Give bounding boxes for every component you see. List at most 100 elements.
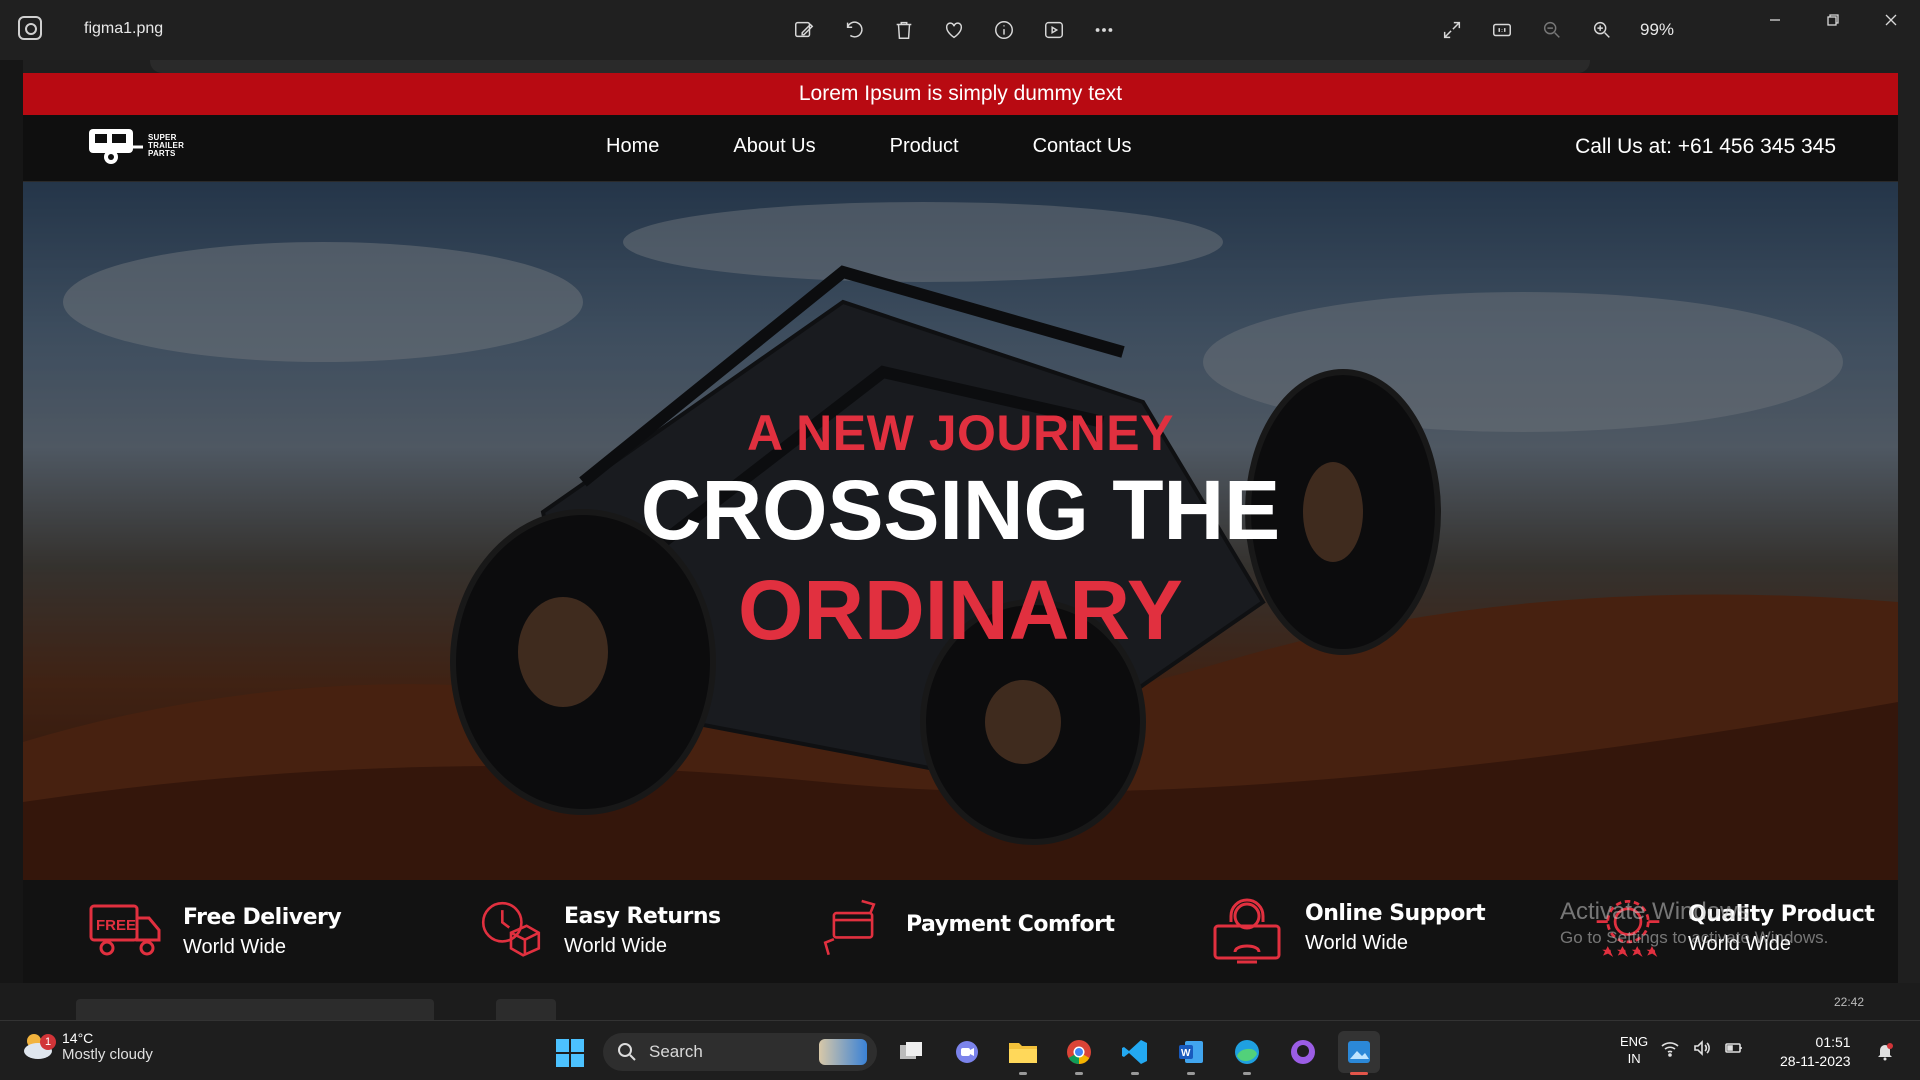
- region-code: IN: [1627, 1051, 1641, 1066]
- search-icon: [618, 1043, 636, 1061]
- svg-text:W: W: [1181, 1048, 1191, 1059]
- activate-windows-watermark: Activate Windows Go to Settings to activ…: [1560, 898, 1828, 948]
- photos-app-taskbar-icon[interactable]: [1338, 1031, 1380, 1075]
- feature-subtitle: World Wide: [183, 936, 286, 958]
- nav-contact-us[interactable]: Contact Us: [1033, 135, 1132, 158]
- website-mockup: Lorem Ipsum is simply dummy text SUPER T…: [23, 73, 1898, 983]
- nav-links: Home About Us Product Contact Us: [606, 135, 1206, 158]
- easy-returns-box-icon: [481, 901, 541, 957]
- actual-size-icon[interactable]: [1488, 14, 1516, 46]
- payment-card-icon: [823, 899, 876, 956]
- feature-title: Free Delivery: [183, 905, 342, 930]
- zoom-out-icon[interactable]: [1538, 14, 1566, 46]
- background-window-peek: 22:42: [0, 983, 1920, 1020]
- svg-text:FREE: FREE: [96, 917, 136, 934]
- start-button[interactable]: [555, 1038, 585, 1073]
- language-indicator[interactable]: ENG IN: [1620, 1033, 1648, 1067]
- taskbar: 1 14°C Mostly cloudy Search W ENG IN 01:…: [0, 1020, 1920, 1080]
- nav-home[interactable]: Home: [606, 135, 659, 158]
- language-code: ENG: [1620, 1034, 1649, 1049]
- hero-kicker: A NEW JOURNEY: [747, 405, 1174, 461]
- trailer-logo-icon: [89, 129, 143, 164]
- feature-payment-comfort: Payment Comfort: [820, 894, 1115, 960]
- file-explorer-icon[interactable]: [1002, 1031, 1044, 1075]
- file-name: figma1.png: [84, 20, 164, 37]
- clock-time: 01:51: [1815, 1034, 1851, 1050]
- more-icon[interactable]: [1090, 14, 1118, 46]
- nav-about-us[interactable]: About Us: [733, 135, 815, 158]
- favorite-icon[interactable]: [940, 14, 968, 46]
- zoom-level[interactable]: 99%: [1640, 20, 1674, 40]
- wifi-icon[interactable]: [1660, 1038, 1680, 1063]
- battery-icon[interactable]: [1724, 1038, 1744, 1063]
- slideshow-icon[interactable]: [1040, 14, 1068, 46]
- features-bar: FREE Free Delivery World Wide Easy Retur…: [23, 880, 1898, 983]
- minimize-button[interactable]: [1746, 0, 1804, 40]
- watermark-title: Activate Windows: [1560, 898, 1750, 925]
- weather-widget[interactable]: 1 14°C Mostly cloudy: [20, 1029, 153, 1063]
- zoom-in-icon[interactable]: [1588, 14, 1616, 46]
- promo-bar: Lorem Ipsum is simply dummy text: [23, 73, 1898, 115]
- feature-title: Easy Returns: [564, 904, 721, 929]
- rotate-icon[interactable]: [840, 14, 868, 46]
- volume-icon[interactable]: [1692, 1038, 1712, 1063]
- weather-badge: 1: [40, 1034, 56, 1050]
- window-controls: [1746, 0, 1920, 40]
- taskbar-search[interactable]: Search: [603, 1033, 877, 1071]
- delete-icon[interactable]: [890, 14, 918, 46]
- fullscreen-icon[interactable]: [1438, 14, 1466, 46]
- windows-logo-icon: [556, 1039, 584, 1067]
- hero-headline: CROSSING THE: [640, 463, 1281, 557]
- clock-date: 28-11-2023: [1780, 1053, 1851, 1069]
- image-canvas: Lorem Ipsum is simply dummy text SUPER T…: [0, 60, 1920, 1020]
- search-label: Search: [649, 1042, 703, 1061]
- call-us-phone[interactable]: Call Us at: +61 456 345 345: [1575, 135, 1836, 159]
- logo-wordmark: SUPER TRAILER PARTS: [148, 134, 184, 158]
- canvas-edge: [0, 60, 23, 1020]
- vscode-icon[interactable]: [1114, 1031, 1156, 1075]
- background-thumbnail: [76, 999, 434, 1020]
- chrome-icon[interactable]: [1058, 1031, 1100, 1075]
- weather-desc: Mostly cloudy: [62, 1045, 153, 1063]
- nav-product[interactable]: Product: [890, 135, 959, 158]
- restore-button[interactable]: [1804, 0, 1862, 40]
- search-highlight-image: [819, 1039, 867, 1065]
- task-view-icon[interactable]: [890, 1031, 932, 1073]
- word-icon[interactable]: W: [1170, 1031, 1212, 1075]
- viewer-title-bar: figma1.png 99%: [0, 0, 1920, 60]
- teams-chat-icon[interactable]: [946, 1031, 988, 1073]
- github-desktop-icon[interactable]: [1282, 1031, 1324, 1073]
- taskbar-apps: W: [890, 1031, 1380, 1075]
- background-time: 22:42: [1833, 995, 1864, 1009]
- cloudy-weather-icon: 1: [20, 1029, 56, 1063]
- feature-free-delivery: FREE Free Delivery World Wide: [87, 894, 342, 970]
- site-logo[interactable]: SUPER TRAILER PARTS: [85, 125, 184, 167]
- site-navbar: SUPER TRAILER PARTS Home About Us Produc…: [23, 115, 1898, 182]
- close-button[interactable]: [1862, 0, 1920, 40]
- hero-headline-accent: ORDINARY: [738, 563, 1183, 657]
- photos-app-icon: [18, 16, 42, 40]
- weather-temp: 14°C: [62, 1029, 94, 1046]
- feature-subtitle: World Wide: [564, 935, 667, 957]
- feature-title: Payment Comfort: [906, 911, 1115, 937]
- feature-online-support: Online Support World Wide: [1209, 890, 1486, 966]
- taskbar-clock[interactable]: 01:51 28-11-2023: [1780, 1033, 1851, 1071]
- edge-icon[interactable]: [1226, 1031, 1268, 1075]
- feature-subtitle: World Wide: [1305, 932, 1408, 954]
- info-icon[interactable]: [990, 14, 1018, 46]
- background-window-strip: [150, 60, 1590, 73]
- free-delivery-truck-icon: FREE: [89, 904, 161, 956]
- watermark-subtitle: Go to Settings to activate Windows.: [1560, 928, 1829, 947]
- online-support-agent-icon: [1213, 898, 1281, 964]
- notification-bell-icon[interactable]: [1875, 1041, 1895, 1066]
- viewer-toolbar: [790, 14, 1118, 46]
- viewer-zoom-controls: 99%: [1438, 14, 1674, 46]
- hero-banner: A NEW JOURNEY CROSSING THE ORDINARY: [23, 182, 1898, 880]
- logo-line: PARTS: [148, 149, 176, 158]
- system-tray: ENG IN: [1620, 1033, 1744, 1067]
- background-thumbnail: [496, 999, 556, 1020]
- feature-title: Online Support: [1305, 901, 1486, 926]
- feature-easy-returns: Easy Returns World Wide: [478, 898, 721, 964]
- edit-icon[interactable]: [790, 14, 818, 46]
- promo-text: Lorem Ipsum is simply dummy text: [798, 82, 1123, 105]
